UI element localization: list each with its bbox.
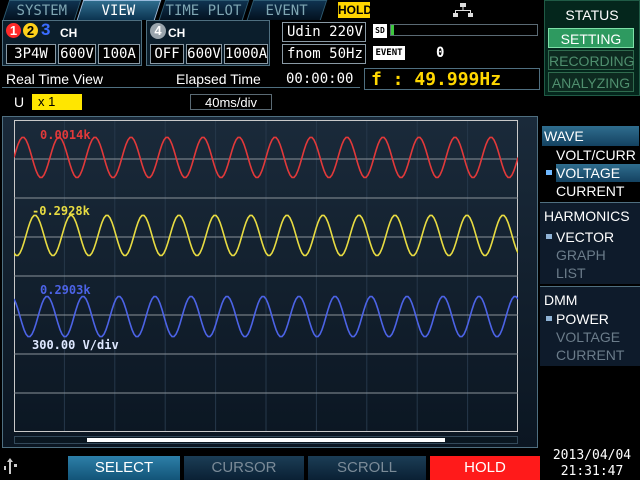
status-recording-button[interactable]: RECORDING [548,50,635,70]
frequency-label: f : [371,69,404,90]
menu-graph[interactable]: GRAPH [556,246,640,264]
date: 2013/04/04 [552,448,632,463]
channel-4-state: OFF [150,44,184,64]
udin-label: Udin [287,24,321,40]
event-count: 0 [408,44,538,62]
elapsed-value: 00:00:00 [286,71,354,87]
waveform-plot[interactable] [14,120,518,432]
wiring-value: 3P4W [6,44,56,64]
wave-menu-header[interactable]: WAVE [542,126,639,146]
tab-system-label: SYSTEM [16,3,67,19]
view-title: Real Time View [6,71,104,87]
voltage-range: 600V [58,44,96,64]
current-range: 100A [98,44,140,64]
harmonics-menu-header[interactable]: HARMONICS [542,206,639,226]
channel-label: CH [60,26,78,40]
hold-button[interactable]: HOLD [430,456,540,480]
cursor-button[interactable]: CURSOR [184,456,304,480]
channel-4-label: CH [168,26,186,40]
event-icon: EVENT [373,46,405,60]
status-setting-label: SETTING [560,31,622,47]
tab-system[interactable]: SYSTEM [2,0,82,20]
menu-list[interactable]: LIST [556,264,640,282]
active-marker-icon [546,316,552,321]
tab-view[interactable]: VIEW [76,0,162,20]
status-analyzing-label: ANALYZING [551,75,631,91]
menu-voltage[interactable]: VOLTAGE [556,164,640,182]
timebase-field[interactable]: 40ms/div [190,94,272,110]
tab-time-plot[interactable]: TIME PLOT [158,0,250,20]
channel-3-indicator: 3 [41,20,51,39]
sd-card-icon: SD [373,24,387,38]
dmm-menu-header[interactable]: DMM [542,290,639,310]
menu-dmm-voltage[interactable]: VOLTAGE [556,328,640,346]
selected-marker-icon [546,170,552,175]
scroll-thumb[interactable] [87,438,445,442]
tab-time-plot-label: TIME PLOT [165,3,242,19]
menu-power[interactable]: POWER [556,310,640,328]
tab-view-label: VIEW [101,3,136,19]
select-button[interactable]: SELECT [68,456,180,480]
menu-dmm-current[interactable]: CURRENT [556,346,640,364]
status-setting-button[interactable]: SETTING [548,28,634,48]
frequency-display: f : 49.999Hz [364,68,540,90]
tab-event[interactable]: EVENT [246,0,328,20]
sd-usage-fill [391,25,394,35]
datetime: 2013/04/04 21:31:47 [544,448,640,480]
usb-icon [4,458,17,474]
status-recording-label: RECORDING [549,53,635,69]
zoom-field[interactable]: x 1 [32,94,82,110]
scale-label: 300.00 V/div [32,338,119,352]
hold-badge: HOLD [338,2,372,18]
status-title: STATUS [565,7,619,23]
frequency-value: 49.999Hz [414,69,502,90]
channel-4-voltage-range: 600V [186,44,222,64]
tab-event-label: EVENT [265,3,308,19]
elapsed-label: Elapsed Time [176,71,261,87]
u2-readout: -0.2928k [32,204,90,218]
scroll-button[interactable]: SCROLL [308,456,426,480]
channel-4-current-range: 1000A [224,44,268,64]
sd-usage-bar [390,24,538,36]
channel-1-indicator: 1 [6,23,21,38]
menu-volt-curr[interactable]: VOLT/CURR [556,146,640,164]
fnom-label: fnom [287,46,321,62]
fnom-value: 50Hz [329,46,363,62]
channel-4-indicator: 4 [150,23,166,39]
channel-2-indicator: 2 [23,23,38,38]
network-icon [453,3,473,17]
u1-readout: 0.0014k [40,128,91,142]
udin-value: 220V [329,24,363,40]
menu-current[interactable]: CURRENT [556,182,640,200]
u3-readout: 0.2903k [40,283,91,297]
menu-vector[interactable]: VECTOR [556,228,640,246]
fnom-field: fnom 50Hz [282,44,366,64]
status-analyzing-button[interactable]: ANALYZING [548,72,634,92]
time: 21:31:47 [560,464,624,479]
view-bar: Real Time View Elapsed Time 00:00:00 [2,70,360,88]
scroll-track[interactable] [14,436,518,444]
udin-field: Udin 220V [282,22,366,42]
channel-select[interactable]: U [14,94,28,110]
active-marker-icon [546,234,552,239]
